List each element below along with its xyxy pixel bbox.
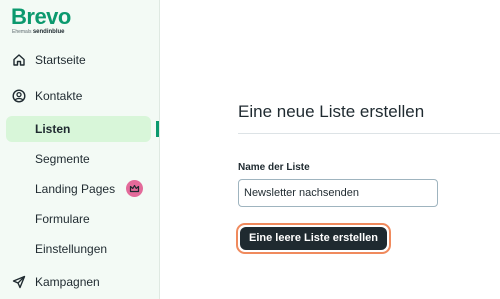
- divider: [238, 133, 500, 134]
- sidebar-item-formulare[interactable]: Formulare: [35, 212, 90, 226]
- premium-badge: [126, 180, 143, 197]
- sidebar-item-einstellungen[interactable]: Einstellungen: [35, 242, 107, 256]
- sidebar-item-label: Segmente: [35, 152, 90, 166]
- sidebar-item-kampagnen[interactable]: Kampagnen: [12, 275, 100, 289]
- active-indicator: [156, 121, 159, 137]
- logo-subtitle: Ehemals sendinblue: [12, 29, 65, 35]
- sidebar-item-kontakte[interactable]: Kontakte: [12, 89, 82, 103]
- create-empty-list-button[interactable]: Eine leere Liste erstellen: [240, 227, 387, 250]
- sidebar-item-label: Formulare: [35, 212, 90, 226]
- list-name-label: Name der Liste: [238, 162, 310, 173]
- logo-subtitle-name: sendinblue: [32, 29, 65, 35]
- sidebar-item-label: Kampagnen: [35, 275, 100, 289]
- sidebar-item-startseite[interactable]: Startseite: [12, 53, 86, 67]
- logo-wordmark: Brevo: [11, 4, 71, 29]
- sidebar-item-label: Kontakte: [35, 89, 83, 103]
- sidebar-item-label: Listen: [35, 122, 71, 136]
- sidebar-item-listen[interactable]: Listen: [6, 116, 151, 142]
- logo-subtitle-prefix: Ehemals: [12, 29, 32, 35]
- list-name-input[interactable]: Newsletter nachsenden: [238, 179, 438, 207]
- user-circle-icon: [12, 89, 26, 103]
- sidebar-item-label: Landing Pages: [35, 182, 116, 196]
- sidebar-item-landing-pages[interactable]: Landing Pages: [35, 182, 115, 196]
- brevo-logo[interactable]: Brevo Ehemals sendinblue: [11, 4, 71, 35]
- home-icon: [13, 54, 25, 66]
- crown-icon: [129, 184, 140, 193]
- sidebar-item-label: Startseite: [35, 53, 86, 67]
- sidebar-item-segmente[interactable]: Segmente: [35, 152, 90, 166]
- page-title: Eine neue Liste erstellen: [238, 102, 425, 121]
- sidebar-item-label: Einstellungen: [35, 242, 108, 256]
- send-icon: [12, 275, 26, 289]
- sidebar: Brevo Ehemals sendinblue Startseite Kont…: [0, 0, 160, 299]
